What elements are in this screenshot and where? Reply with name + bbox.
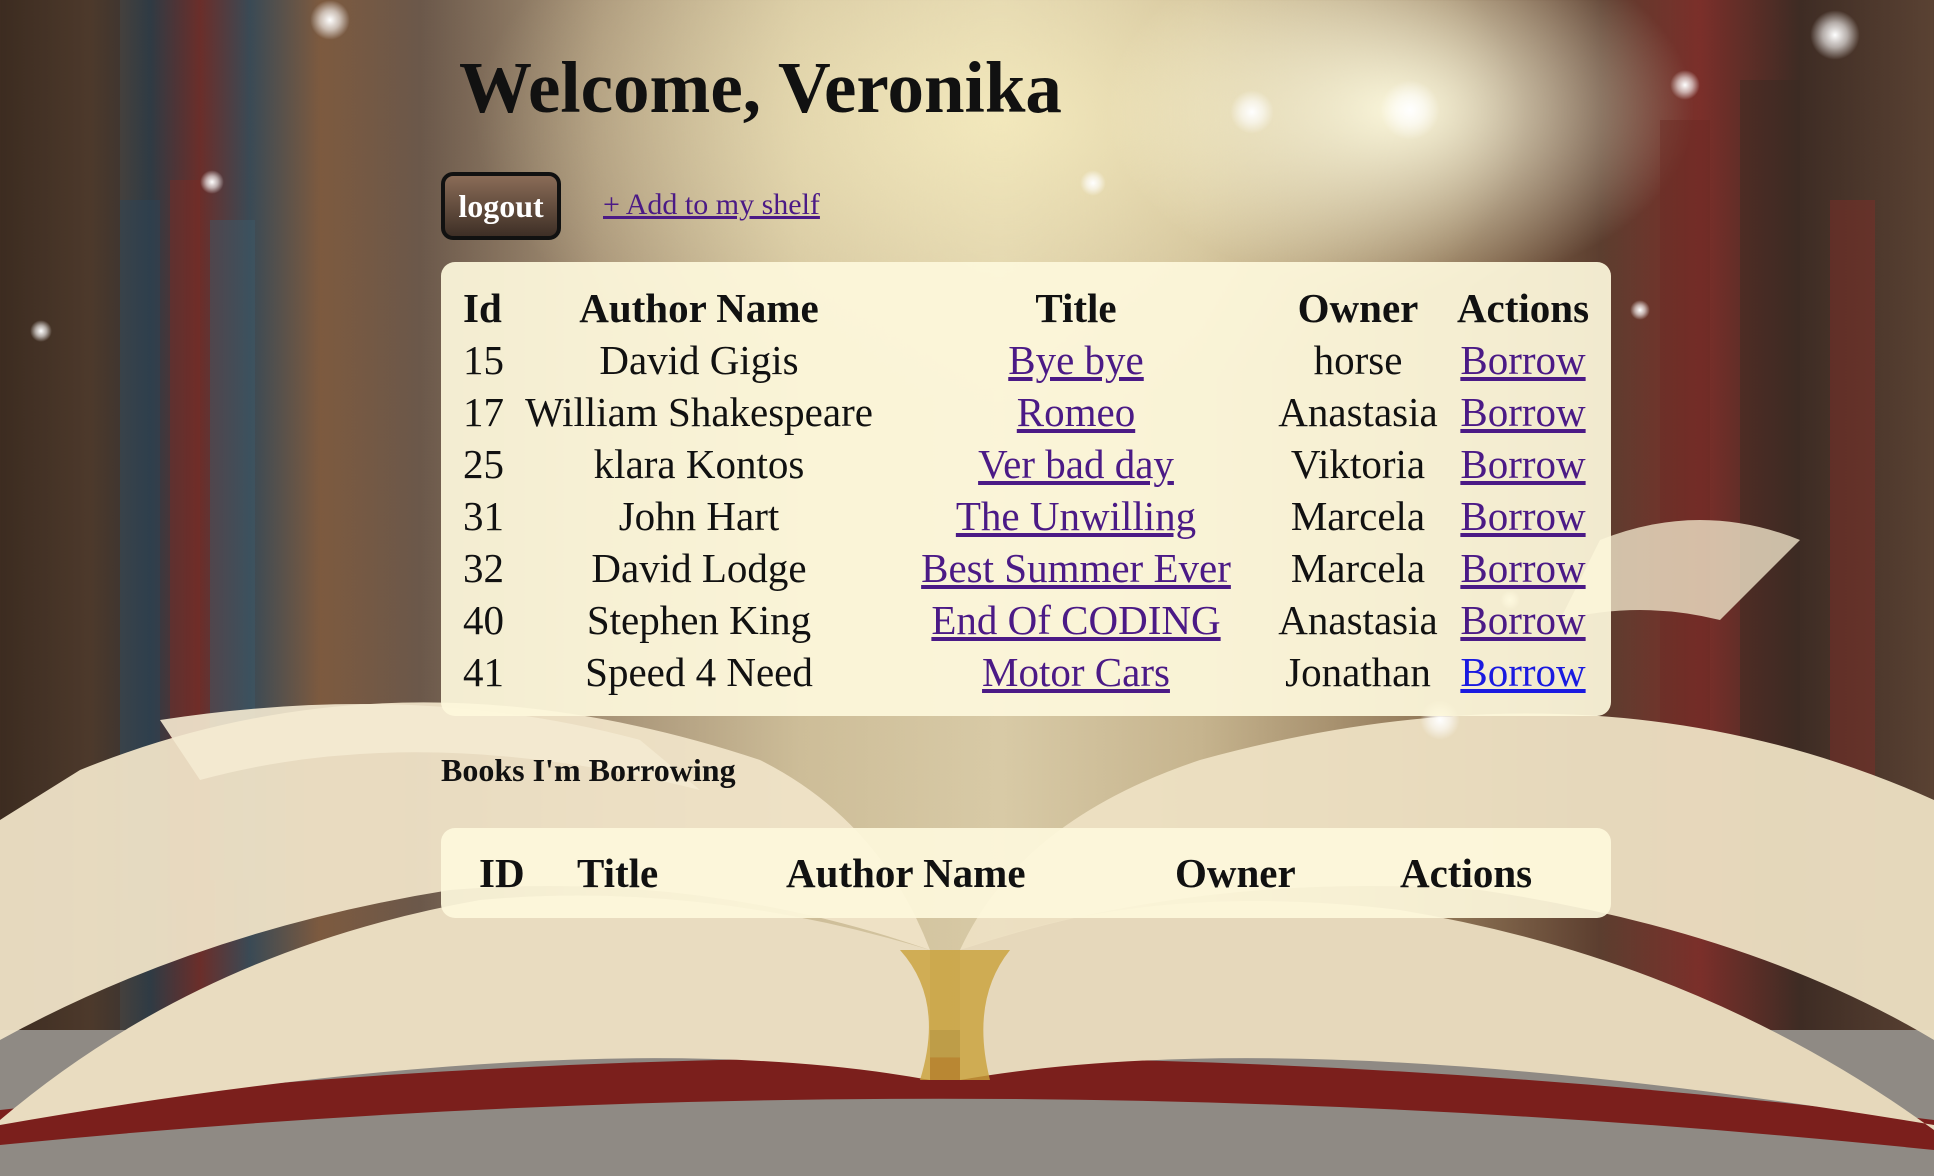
borrow-header-author: Author Name xyxy=(786,850,1026,896)
book-id: 25 xyxy=(463,441,504,487)
table-row: 32 David Lodge Best Summer Ever Marcela … xyxy=(457,542,1597,594)
book-author: John Hart xyxy=(618,493,780,539)
borrowing-section-title: Books I'm Borrowing xyxy=(441,752,736,788)
borrow-header-id: ID xyxy=(479,850,525,896)
column-header-author: Author Name xyxy=(579,285,819,331)
borrow-link[interactable]: Borrow xyxy=(1460,649,1585,695)
borrow-link[interactable]: Borrow xyxy=(1460,389,1585,435)
book-author: David Lodge xyxy=(591,545,807,591)
book-author: Stephen King xyxy=(586,597,812,643)
borrow-header-actions: Actions xyxy=(1400,850,1533,896)
borrow-link[interactable]: Borrow xyxy=(1460,337,1585,383)
book-owner: horse xyxy=(1313,337,1403,383)
book-title-link[interactable]: End Of CODING xyxy=(931,597,1220,643)
book-id: 17 xyxy=(463,389,504,435)
book-author: klara Kontos xyxy=(593,441,805,487)
book-id: 41 xyxy=(463,649,504,695)
book-title-link[interactable]: The Unwilling xyxy=(956,493,1196,539)
table-row: 17 William Shakespeare Romeo Anastasia B… xyxy=(457,386,1597,438)
book-owner: Anastasia xyxy=(1278,597,1438,643)
table-row: 41 Speed 4 Need Motor Cars Jonathan Borr… xyxy=(457,646,1597,698)
books-table-panel: Id Author Name Title Owner Actions 15 Da… xyxy=(441,262,1611,716)
book-id: 32 xyxy=(463,545,504,591)
column-header-id: Id xyxy=(463,285,502,331)
books-table: Id Author Name Title Owner Actions 15 Da… xyxy=(457,282,1597,698)
book-id: 40 xyxy=(463,597,504,643)
borrow-link[interactable]: Borrow xyxy=(1460,493,1585,539)
logout-button[interactable]: logout xyxy=(441,172,561,240)
column-header-title: Title xyxy=(1035,285,1117,331)
column-header-owner: Owner xyxy=(1297,285,1419,331)
borrow-link[interactable]: Borrow xyxy=(1460,545,1585,591)
book-author: Speed 4 Need xyxy=(585,649,813,695)
borrow-header-title: Title xyxy=(577,850,659,896)
borrow-link[interactable]: Borrow xyxy=(1460,597,1585,643)
table-header-row: Id Author Name Title Owner Actions xyxy=(457,282,1597,334)
welcome-heading: Welcome, Veronika xyxy=(459,47,1062,128)
table-row: 31 John Hart The Unwilling Marcela Borro… xyxy=(457,490,1597,542)
book-author: David Gigis xyxy=(599,337,799,383)
table-row: 25 klara Kontos Ver bad day Viktoria Bor… xyxy=(457,438,1597,490)
add-to-shelf-link[interactable]: + Add to my shelf xyxy=(603,188,820,222)
book-owner: Viktoria xyxy=(1290,441,1426,487)
book-id: 15 xyxy=(463,337,504,383)
book-title-link[interactable]: Ver bad day xyxy=(978,441,1174,487)
borrowing-table-panel: ID Title Author Name Owner Actions xyxy=(441,828,1611,918)
book-title-link[interactable]: Bye bye xyxy=(1008,337,1144,383)
book-owner: Jonathan xyxy=(1285,649,1431,695)
book-author: William Shakespeare xyxy=(525,389,873,435)
book-title-link[interactable]: Best Summer Ever xyxy=(921,545,1231,591)
book-title-link[interactable]: Motor Cars xyxy=(982,649,1170,695)
borrow-link[interactable]: Borrow xyxy=(1460,441,1585,487)
book-owner: Marcela xyxy=(1290,545,1426,591)
book-owner: Anastasia xyxy=(1278,389,1438,435)
borrow-header-owner: Owner xyxy=(1175,850,1296,896)
column-header-actions: Actions xyxy=(1456,285,1590,331)
book-id: 31 xyxy=(463,493,504,539)
book-owner: Marcela xyxy=(1290,493,1426,539)
table-row: 40 Stephen King End Of CODING Anastasia … xyxy=(457,594,1597,646)
book-title-link[interactable]: Romeo xyxy=(1017,389,1135,435)
table-row: 15 David Gigis Bye bye horse Borrow xyxy=(457,334,1597,386)
